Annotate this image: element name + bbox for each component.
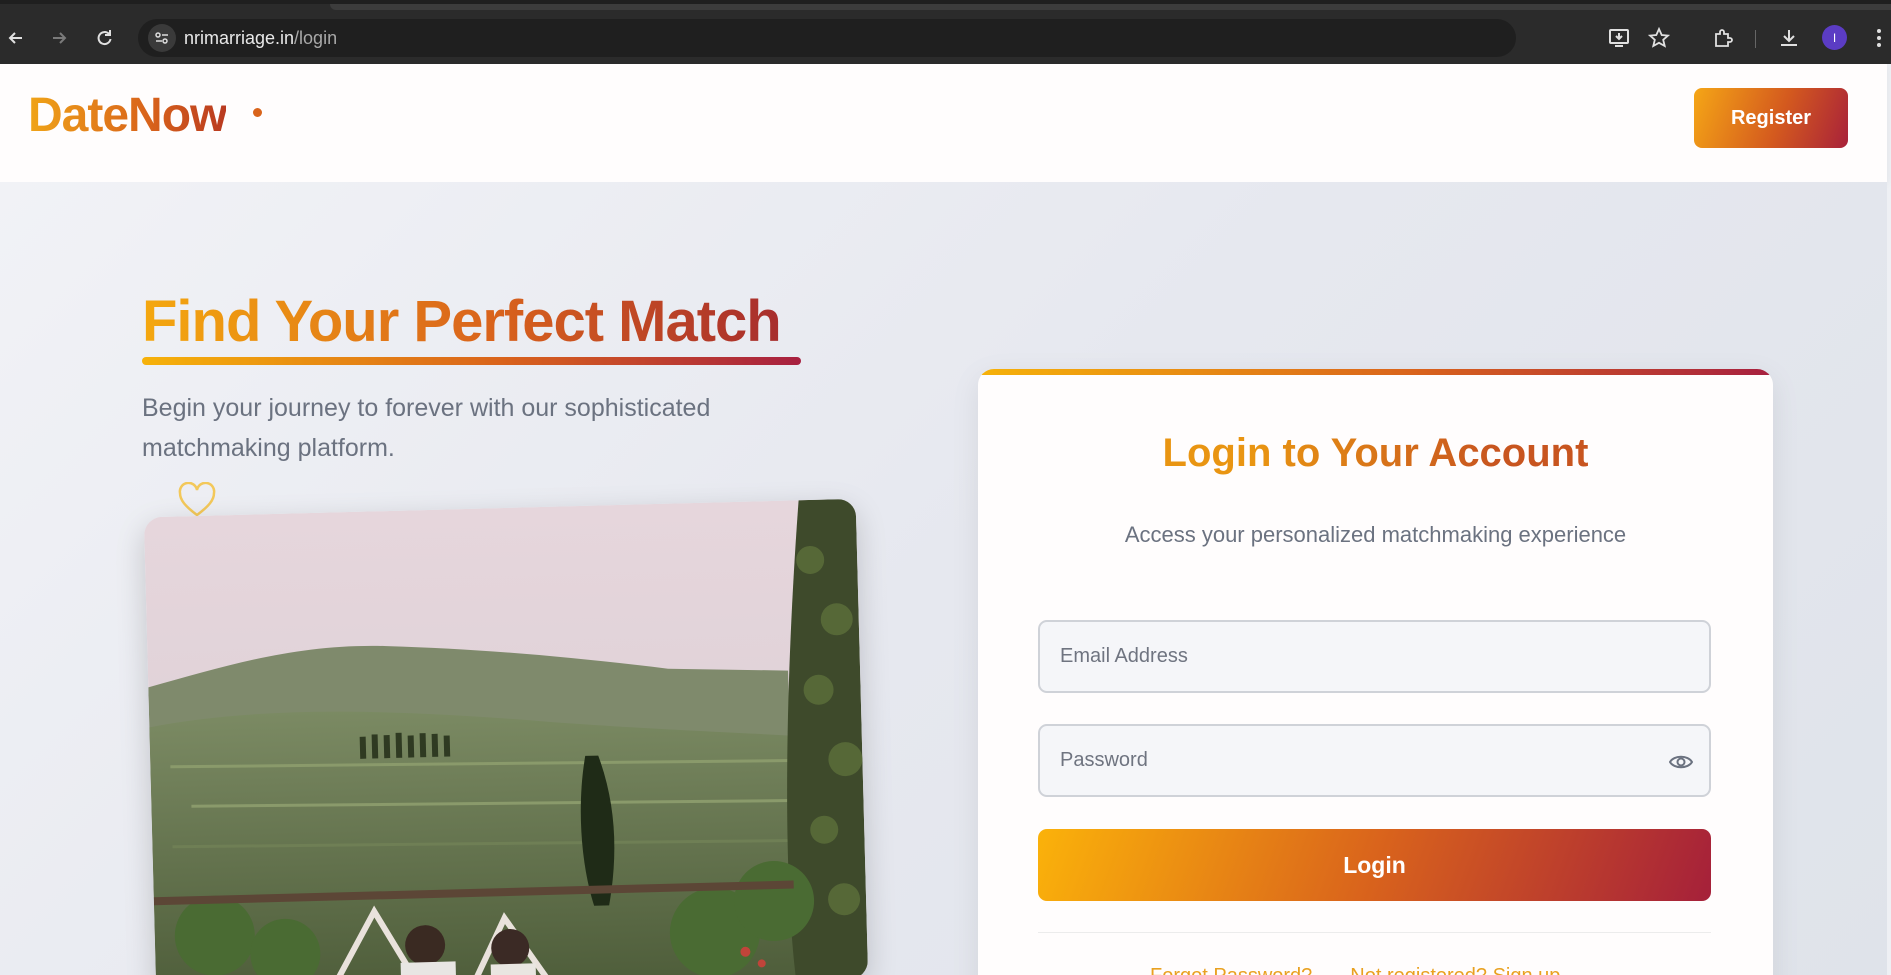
heart-icon <box>178 482 216 517</box>
card-accent-bar <box>978 369 1773 375</box>
couple-photo <box>143 498 869 975</box>
address-bar[interactable]: nrimarriage.in/login <box>138 19 1516 57</box>
password-input[interactable] <box>1040 726 1709 795</box>
site-logo[interactable]: DateNow <box>28 88 227 143</box>
register-button[interactable]: Register <box>1694 88 1848 148</box>
more-vert-icon <box>1877 29 1881 47</box>
profile-avatar[interactable]: I <box>1822 25 1847 50</box>
hero-title: Find Your Perfect Match <box>142 289 782 354</box>
downloads-button[interactable] <box>1776 25 1802 51</box>
login-subtitle: Access your personalized matchmaking exp… <box>1124 522 1627 547</box>
browser-toolbar: nrimarriage.in/login I <box>0 0 1891 64</box>
forward-button[interactable] <box>45 24 73 52</box>
extensions-button[interactable] <box>1710 25 1736 51</box>
arrow-left-icon <box>8 32 22 44</box>
download-icon <box>1781 30 1797 46</box>
email-field[interactable] <box>1038 620 1711 693</box>
arrow-right-icon <box>53 32 67 44</box>
signup-link[interactable]: Not registered? Sign up <box>1350 965 1560 975</box>
hero-subtitle: Begin your journey to forever with our s… <box>142 394 711 462</box>
logo-dot <box>253 108 262 117</box>
reload-icon <box>97 30 112 46</box>
puzzle-icon <box>1715 29 1733 47</box>
email-input[interactable] <box>1040 622 1709 691</box>
forgot-password-link[interactable]: Forgot Password? <box>1150 965 1312 975</box>
url-text: nrimarriage.in/login <box>184 28 337 49</box>
password-field[interactable] <box>1038 724 1711 797</box>
url-path: /login <box>294 28 338 48</box>
back-button[interactable] <box>2 24 30 52</box>
bookmark-button[interactable] <box>1646 25 1672 51</box>
url-host: nrimarriage.in <box>184 28 295 48</box>
couple-photo-image <box>143 498 869 975</box>
install-desktop-icon <box>1609 29 1629 47</box>
card-links: Forgot Password? Not registered? Sign up <box>1150 965 1598 975</box>
reload-button[interactable] <box>90 24 118 52</box>
hero-underline <box>142 357 801 365</box>
browser-menu-button[interactable] <box>1866 25 1891 51</box>
toggle-password-button[interactable] <box>1667 750 1695 774</box>
login-card: Login to Your Account Access your person… <box>978 369 1773 975</box>
site-header: DateNow Register <box>0 64 1887 182</box>
tune-icon <box>155 32 168 44</box>
toolbar-divider <box>1755 30 1756 48</box>
install-app-button[interactable] <box>1606 25 1632 51</box>
card-divider <box>1038 932 1711 933</box>
star-icon <box>1648 27 1670 48</box>
tab-strip <box>330 4 1891 10</box>
eye-icon <box>1669 755 1693 769</box>
login-title: Login to Your Account <box>978 431 1773 476</box>
site-info-button[interactable] <box>148 24 176 52</box>
login-button[interactable]: Login <box>1038 829 1711 901</box>
